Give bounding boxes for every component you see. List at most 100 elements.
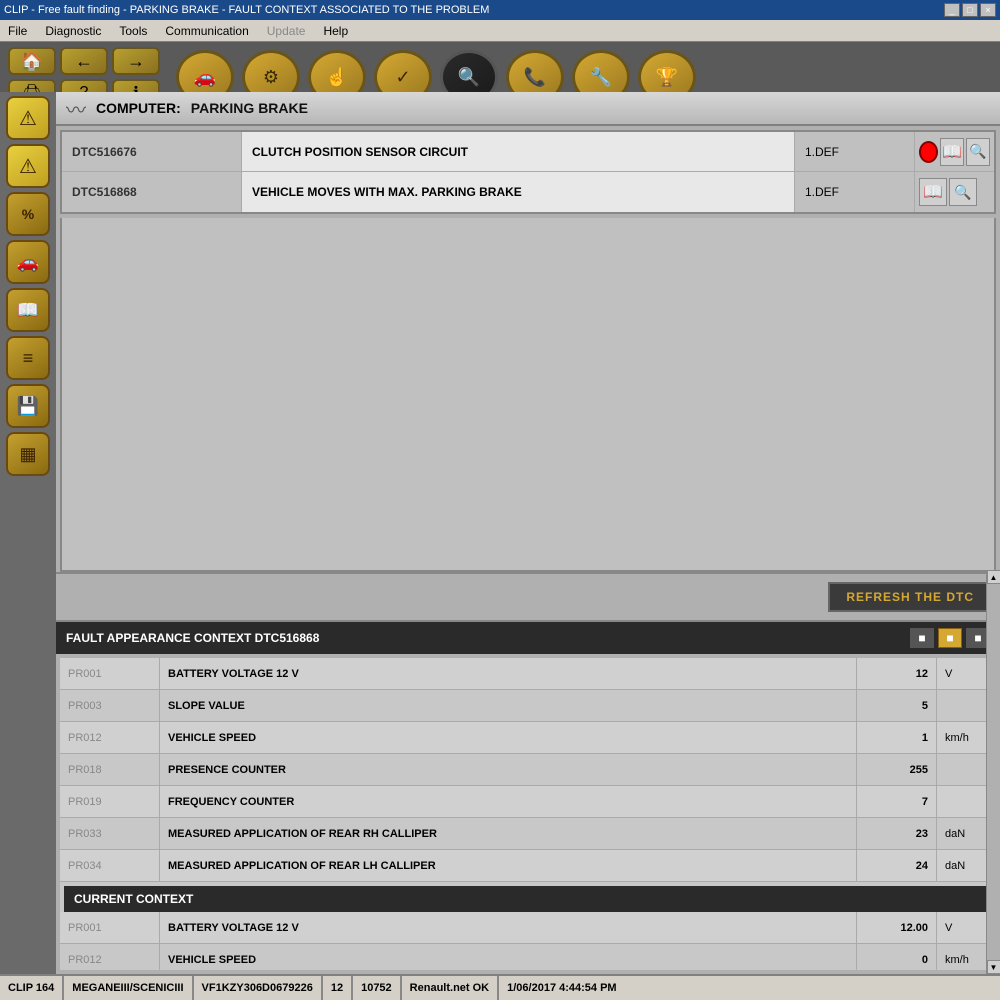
minimize-button[interactable]: _	[944, 3, 960, 17]
menu-bar: File Diagnostic Tools Communication Upda…	[0, 20, 1000, 42]
menu-communication[interactable]: Communication	[161, 23, 252, 39]
view-btn-1[interactable]: ■	[910, 628, 934, 648]
dtc-status-2: 1.DEF	[794, 172, 914, 212]
status-vehicle: MEGANEIII/SCENICIII	[64, 976, 193, 1000]
table-row: PR033 MEASURED APPLICATION OF REAR RH CA…	[60, 818, 996, 850]
fault-header-text: FAULT APPEARANCE CONTEXT DTC516868	[66, 631, 319, 645]
table-row: PR034 MEASURED APPLICATION OF REAR LH CA…	[60, 850, 996, 882]
dtc-desc-2: VEHICLE MOVES WITH MAX. PARKING BRAKE	[242, 172, 794, 212]
menu-diagnostic[interactable]: Diagnostic	[41, 23, 105, 39]
menu-help[interactable]: Help	[319, 23, 352, 39]
sidebar-barcode-button[interactable]: ▦	[6, 432, 50, 476]
sidebar-car-button[interactable]: 🚗	[6, 240, 50, 284]
main-content: 〰 COMPUTER: PARKING BRAKE DTC516676 CLUT…	[56, 92, 1000, 974]
ctx-desc: MEASURED APPLICATION OF REAR LH CALLIPER	[160, 850, 856, 881]
ctx-desc: BATTERY VOLTAGE 12 V	[160, 658, 856, 689]
ctx-desc: MEASURED APPLICATION OF REAR RH CALLIPER	[160, 818, 856, 849]
table-row: PR003 SLOPE VALUE 5	[60, 690, 996, 722]
dtc-zoom-button-2[interactable]: 🔍	[949, 178, 977, 206]
current-context-header: CURRENT CONTEXT	[64, 886, 992, 912]
status-code10752: 10752	[353, 976, 402, 1000]
menu-update[interactable]: Update	[263, 23, 310, 39]
table-row: PR001 BATTERY VOLTAGE 12 V 12 V	[60, 658, 996, 690]
fault-header: FAULT APPEARANCE CONTEXT DTC516868 ■ ■ ■	[56, 622, 1000, 654]
ctx-value: 255	[856, 754, 936, 785]
ctx-code: PR001	[60, 658, 160, 689]
dtc-table: DTC516676 CLUTCH POSITION SENSOR CIRCUIT…	[60, 130, 996, 214]
title-bar: CLIP - Free fault finding - PARKING BRAK…	[0, 0, 1000, 20]
dtc-actions-1: 📖 🔍	[914, 132, 994, 171]
ctx-desc: PRESENCE COUNTER	[160, 754, 856, 785]
ctx-desc: VEHICLE SPEED	[160, 944, 856, 970]
sidebar-save-button[interactable]: 💾	[6, 384, 50, 428]
ctx-value: 0	[856, 944, 936, 970]
maximize-button[interactable]: □	[962, 3, 978, 17]
ctx-desc: FREQUENCY COUNTER	[160, 786, 856, 817]
ctx-value: 1	[856, 722, 936, 753]
ctx-code: PR019	[60, 786, 160, 817]
dtc-code-1: DTC516676	[62, 132, 242, 171]
dtc-book-button-1[interactable]: 📖	[940, 138, 964, 166]
scroll-track[interactable]	[987, 584, 1000, 960]
title-bar-controls: _ □ ×	[944, 3, 996, 17]
status-code12: 12	[323, 976, 353, 1000]
status-vin: VF1KZY306D0679226	[194, 976, 323, 1000]
ctx-code: PR001	[60, 912, 160, 943]
computer-header: 〰 COMPUTER: PARKING BRAKE	[56, 92, 1000, 126]
table-row: DTC516868 VEHICLE MOVES WITH MAX. PARKIN…	[62, 172, 994, 212]
ctx-desc: SLOPE VALUE	[160, 690, 856, 721]
sidebar-percent-button[interactable]: %	[6, 192, 50, 236]
ctx-desc: VEHICLE SPEED	[160, 722, 856, 753]
sidebar-book-button[interactable]: 📖	[6, 288, 50, 332]
table-row: PR012 VEHICLE SPEED 1 km/h	[60, 722, 996, 754]
sidebar-warning2-button[interactable]: ⚠	[6, 144, 50, 188]
ctx-desc: BATTERY VOLTAGE 12 V	[160, 912, 856, 943]
ctx-value: 12.00	[856, 912, 936, 943]
context-section: FAULT APPEARANCE CONTEXT DTC516868 ■ ■ ■…	[56, 620, 1000, 974]
table-row: PR018 PRESENCE COUNTER 255	[60, 754, 996, 786]
toolbar-row-1: 🏠 ← →	[8, 47, 160, 75]
table-row: DTC516676 CLUTCH POSITION SENSOR CIRCUIT…	[62, 132, 994, 172]
ctx-code: PR034	[60, 850, 160, 881]
dtc-status-1: 1.DEF	[794, 132, 914, 171]
view-btn-2[interactable]: ■	[938, 628, 962, 648]
back-button[interactable]: ←	[60, 47, 108, 75]
scroll-up-arrow[interactable]: ▲	[987, 570, 1000, 584]
title-text: CLIP - Free fault finding - PARKING BRAK…	[4, 4, 489, 16]
status-bar: CLIP 164 MEGANEIII/SCENICIII VF1KZY306D0…	[0, 974, 1000, 1000]
dtc-book-button-2[interactable]: 📖	[919, 178, 947, 206]
status-datetime: 1/06/2017 4:44:54 PM	[499, 976, 624, 1000]
ctx-code: PR012	[60, 944, 160, 970]
view-buttons: ■ ■ ■	[910, 628, 990, 648]
wave-icon: 〰	[66, 94, 86, 123]
refresh-area: REFRESH THE DTC	[56, 572, 1000, 620]
home-button[interactable]: 🏠	[8, 47, 56, 75]
ctx-code: PR003	[60, 690, 160, 721]
menu-file[interactable]: File	[4, 23, 31, 39]
menu-tools[interactable]: Tools	[115, 23, 151, 39]
dtc-empty-area	[60, 218, 996, 572]
red-dot-indicator	[919, 141, 938, 163]
vertical-scrollbar[interactable]: ▲ ▼	[986, 570, 1000, 974]
ctx-value: 5	[856, 690, 936, 721]
ctx-value: 24	[856, 850, 936, 881]
table-row: PR012 VEHICLE SPEED 0 km/h	[60, 944, 996, 970]
close-button[interactable]: ×	[980, 3, 996, 17]
status-clip: CLIP 164	[0, 976, 64, 1000]
sidebar-warning1-button[interactable]: ⚠	[6, 96, 50, 140]
sidebar-list-button[interactable]: ≡	[6, 336, 50, 380]
ctx-code: PR018	[60, 754, 160, 785]
dtc-desc-1: CLUTCH POSITION SENSOR CIRCUIT	[242, 132, 794, 171]
sidebar: ⚠ ⚠ % 🚗 📖 ≡ 💾 ▦	[0, 92, 56, 974]
computer-label: COMPUTER:	[96, 100, 181, 116]
dtc-actions-2: 📖 🔍	[914, 172, 994, 212]
dtc-zoom-button-1[interactable]: 🔍	[966, 138, 990, 166]
scroll-down-arrow[interactable]: ▼	[987, 960, 1000, 974]
status-renault: Renault.net OK	[402, 976, 499, 1000]
ctx-value: 12	[856, 658, 936, 689]
refresh-dtc-button[interactable]: REFRESH THE DTC	[828, 582, 992, 612]
table-row: PR019 FREQUENCY COUNTER 7	[60, 786, 996, 818]
fault-context-table[interactable]: PR001 BATTERY VOLTAGE 12 V 12 V PR003 SL…	[60, 658, 996, 970]
forward-button[interactable]: →	[112, 47, 160, 75]
ctx-value: 7	[856, 786, 936, 817]
